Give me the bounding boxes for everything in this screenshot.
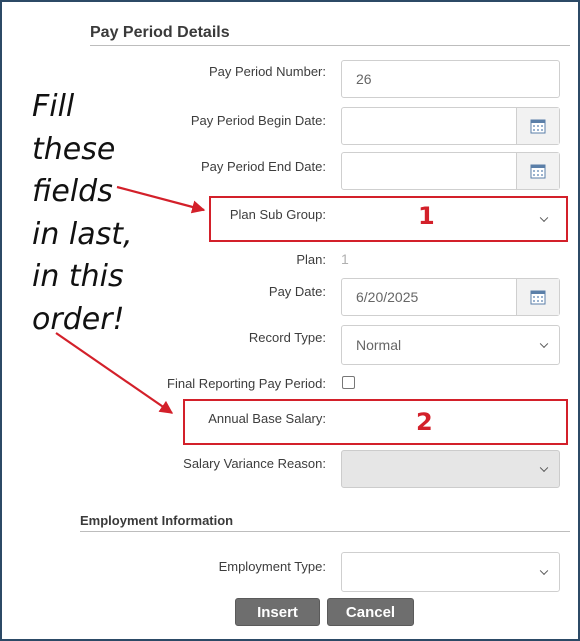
arrow-to-plan-sub-group bbox=[116, 185, 206, 214]
annotation-arrows bbox=[55, 185, 206, 414]
arrow-to-annual-base-salary bbox=[55, 332, 174, 414]
